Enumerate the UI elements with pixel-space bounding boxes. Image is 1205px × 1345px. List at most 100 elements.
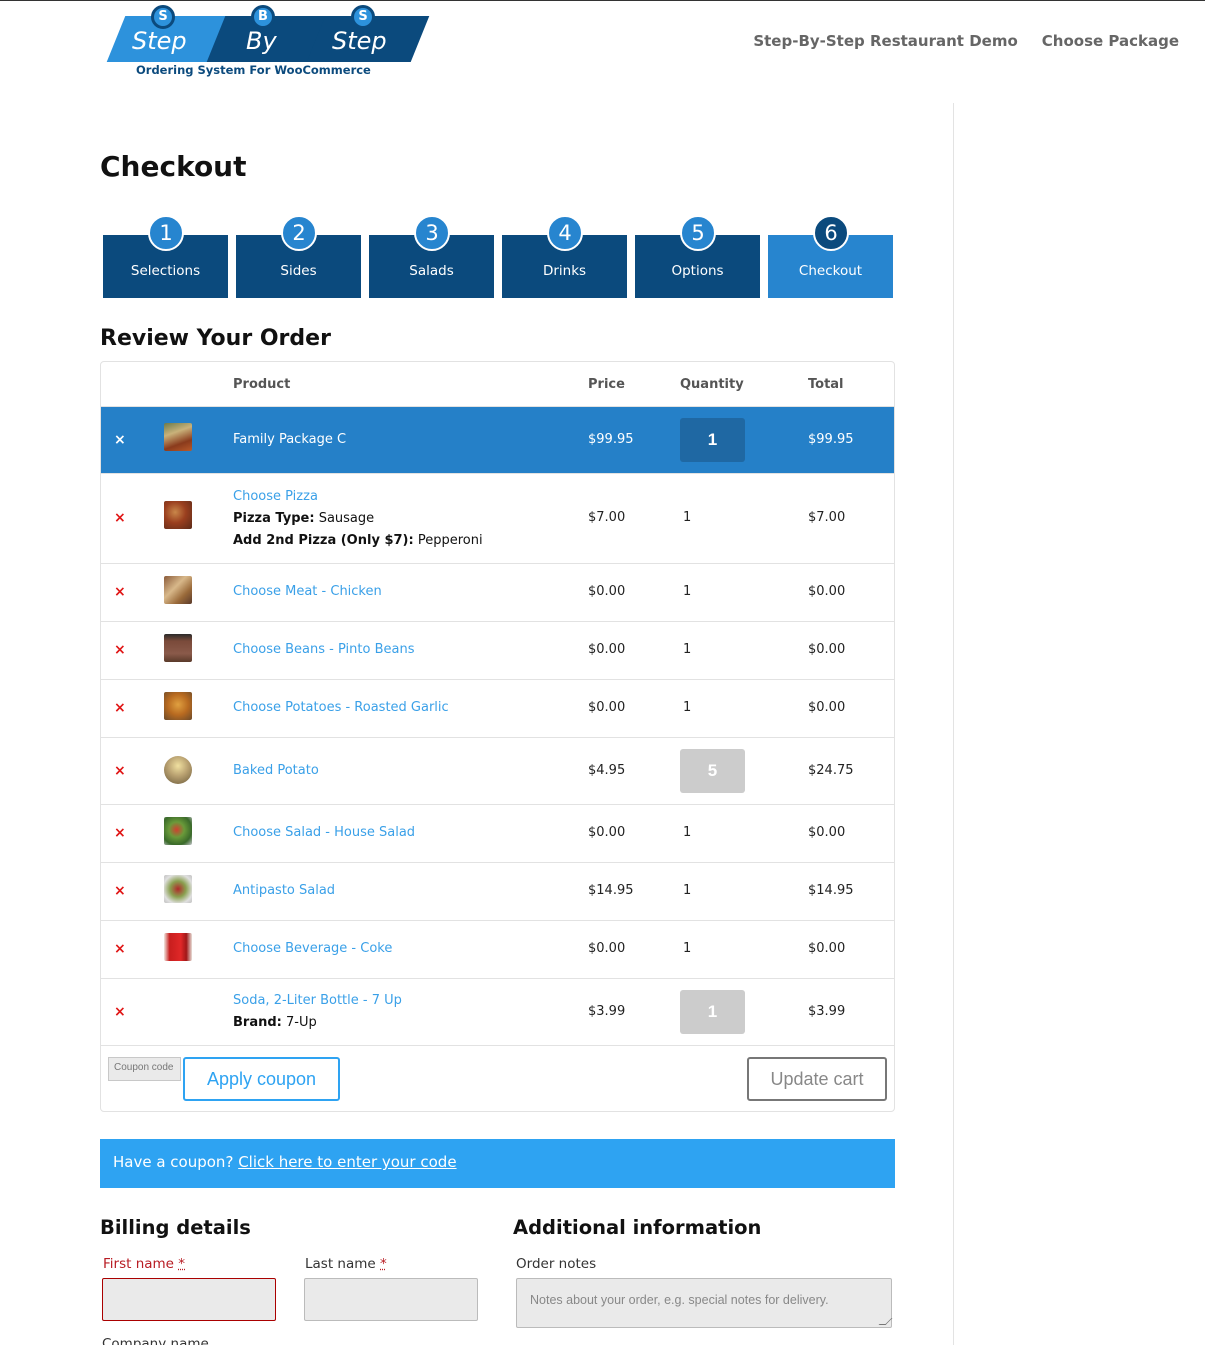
product-thumbnail [164,756,192,784]
product-name[interactable]: Choose Pizza [233,489,318,504]
step-number: 2 [281,215,317,251]
step-sides[interactable]: 2 Sides [236,215,361,298]
step-checkout[interactable]: 6 Checkout [768,215,893,298]
cart-row-choose-pizza: × Choose Pizza Pizza Type: Sausage Add 2… [101,474,894,564]
last-name-input[interactable] [304,1278,478,1321]
step-drinks[interactable]: 4 Drinks [502,215,627,298]
product-total: $24.75 [808,763,854,778]
quantity-input[interactable]: 1 [680,990,745,1034]
product-total: $99.95 [808,432,854,447]
cart-row-choose-beans: × Choose Beans - Pinto Beans $0.00 1 $0.… [101,622,894,680]
meta-key: Brand: [233,1015,282,1030]
nav-restaurant-demo[interactable]: Step-By-Step Restaurant Demo [753,32,1017,50]
product-price: $0.00 [588,584,626,599]
coupon-notice-text: Have a coupon? [113,1153,234,1171]
step-salads[interactable]: 3 Salads [369,215,494,298]
apply-coupon-button[interactable]: Apply coupon [183,1057,340,1101]
cart-row-choose-salad: × Choose Salad - House Salad $0.00 1 $0.… [101,805,894,863]
page-title: Checkout [100,150,247,183]
cart-row-baked-potato: × Baked Potato $4.95 5 $24.75 [101,738,894,805]
meta-value: 7-Up [286,1015,317,1030]
nav-choose-package[interactable]: Choose Package [1042,32,1179,50]
product-thumbnail [164,933,192,961]
product-total: $14.95 [808,883,854,898]
remove-item-icon[interactable]: × [114,941,126,957]
logo-word: Step [332,27,387,55]
enter-coupon-link[interactable]: Click here to enter your code [238,1153,456,1171]
first-name-input[interactable] [102,1278,276,1321]
step-number: 5 [680,215,716,251]
step-selections[interactable]: 1 Selections [103,215,228,298]
cart-row-soda-2-liter: × Soda, 2-Liter Bottle - 7 Up Brand: 7-U… [101,979,894,1046]
meta-value: Sausage [318,511,375,526]
product-thumbnail [164,817,192,845]
product-meta: Add 2nd Pizza (Only $7): Pepperoni [233,530,483,552]
coupon-notice: Have a coupon? Click here to enter your … [100,1139,895,1188]
product-name[interactable]: Choose Potatoes - Roasted Garlic [233,700,449,715]
remove-item-icon[interactable]: × [114,700,126,716]
cart-row-choose-potatoes: × Choose Potatoes - Roasted Garlic $0.00… [101,680,894,738]
product-total: $0.00 [808,825,846,840]
step-options[interactable]: 5 Options [635,215,760,298]
column-total: Total [808,377,844,392]
product-thumbnail [164,875,192,903]
product-name[interactable]: Choose Meat - Chicken [233,584,382,599]
product-thumbnail [164,692,192,720]
product-name: Family Package C [233,432,347,447]
logo-tagline: Ordering System For WooCommerce [136,63,371,77]
label-text: First name [103,1256,174,1272]
cart-header-row: Product Price Quantity Total [101,362,894,407]
cart-row-choose-meat: × Choose Meat - Chicken $0.00 1 $0.00 [101,564,894,622]
remove-item-icon[interactable]: × [114,763,126,779]
coupon-code-input[interactable]: Coupon code [108,1057,181,1081]
step-number: 6 [813,215,849,251]
site-logo[interactable]: Step By Step S B S Ordering System For W… [106,5,430,79]
product-quantity: 1 [683,825,692,840]
remove-item-icon[interactable]: × [114,825,126,841]
additional-information-title: Additional information [513,1216,762,1239]
review-order-title: Review Your Order [100,326,331,351]
remove-item-icon[interactable]: × [114,432,126,448]
order-notes-textarea[interactable]: Notes about your order, e.g. special not… [516,1278,893,1328]
top-border [0,0,1205,1]
remove-item-icon[interactable]: × [114,584,126,600]
remove-item-icon[interactable]: × [114,1004,126,1020]
product-name[interactable]: Choose Salad - House Salad [233,825,415,840]
update-cart-button[interactable]: Update cart [747,1057,887,1101]
product-name[interactable]: Antipasto Salad [233,883,335,898]
product-price: $14.95 [588,883,634,898]
logo-badge-icon: S [351,5,375,29]
product-quantity: 1 [683,883,692,898]
last-name-label: Last name * [305,1256,387,1272]
product-details: Soda, 2-Liter Bottle - 7 Up Brand: 7-Up [233,990,402,1034]
remove-item-icon[interactable]: × [114,642,126,658]
product-price: $4.95 [588,763,626,778]
product-name[interactable]: Baked Potato [233,763,319,778]
product-price: $0.00 [588,642,626,657]
first-name-label: First name * [103,1256,185,1272]
product-price: $7.00 [588,510,626,525]
remove-item-icon[interactable]: × [114,883,126,899]
required-mark: * [178,1256,186,1272]
product-total: $0.00 [808,584,846,599]
cart-actions: Coupon code Apply coupon Update cart [101,1046,894,1112]
quantity-input[interactable]: 1 [680,418,745,462]
product-quantity: 1 [683,642,692,657]
billing-details-title: Billing details [100,1216,251,1239]
product-name[interactable]: Choose Beverage - Coke [233,941,392,956]
resize-handle-icon[interactable] [878,1318,893,1325]
product-total: $3.99 [808,1004,846,1019]
product-name[interactable]: Soda, 2-Liter Bottle - 7 Up [233,993,402,1008]
step-progress: 1 Selections 2 Sides 3 Salads 4 Drinks 5… [103,215,893,298]
quantity-input[interactable]: 5 [680,749,745,793]
step-number: 4 [547,215,583,251]
column-product: Product [233,377,291,392]
product-total: $0.00 [808,700,846,715]
step-number: 3 [414,215,450,251]
product-meta: Brand: 7-Up [233,1012,402,1034]
label-text: Last name [305,1256,376,1272]
product-name[interactable]: Choose Beans - Pinto Beans [233,642,414,657]
meta-value: Pepperoni [417,533,483,548]
remove-item-icon[interactable]: × [114,510,126,526]
product-quantity: 1 [683,941,692,956]
